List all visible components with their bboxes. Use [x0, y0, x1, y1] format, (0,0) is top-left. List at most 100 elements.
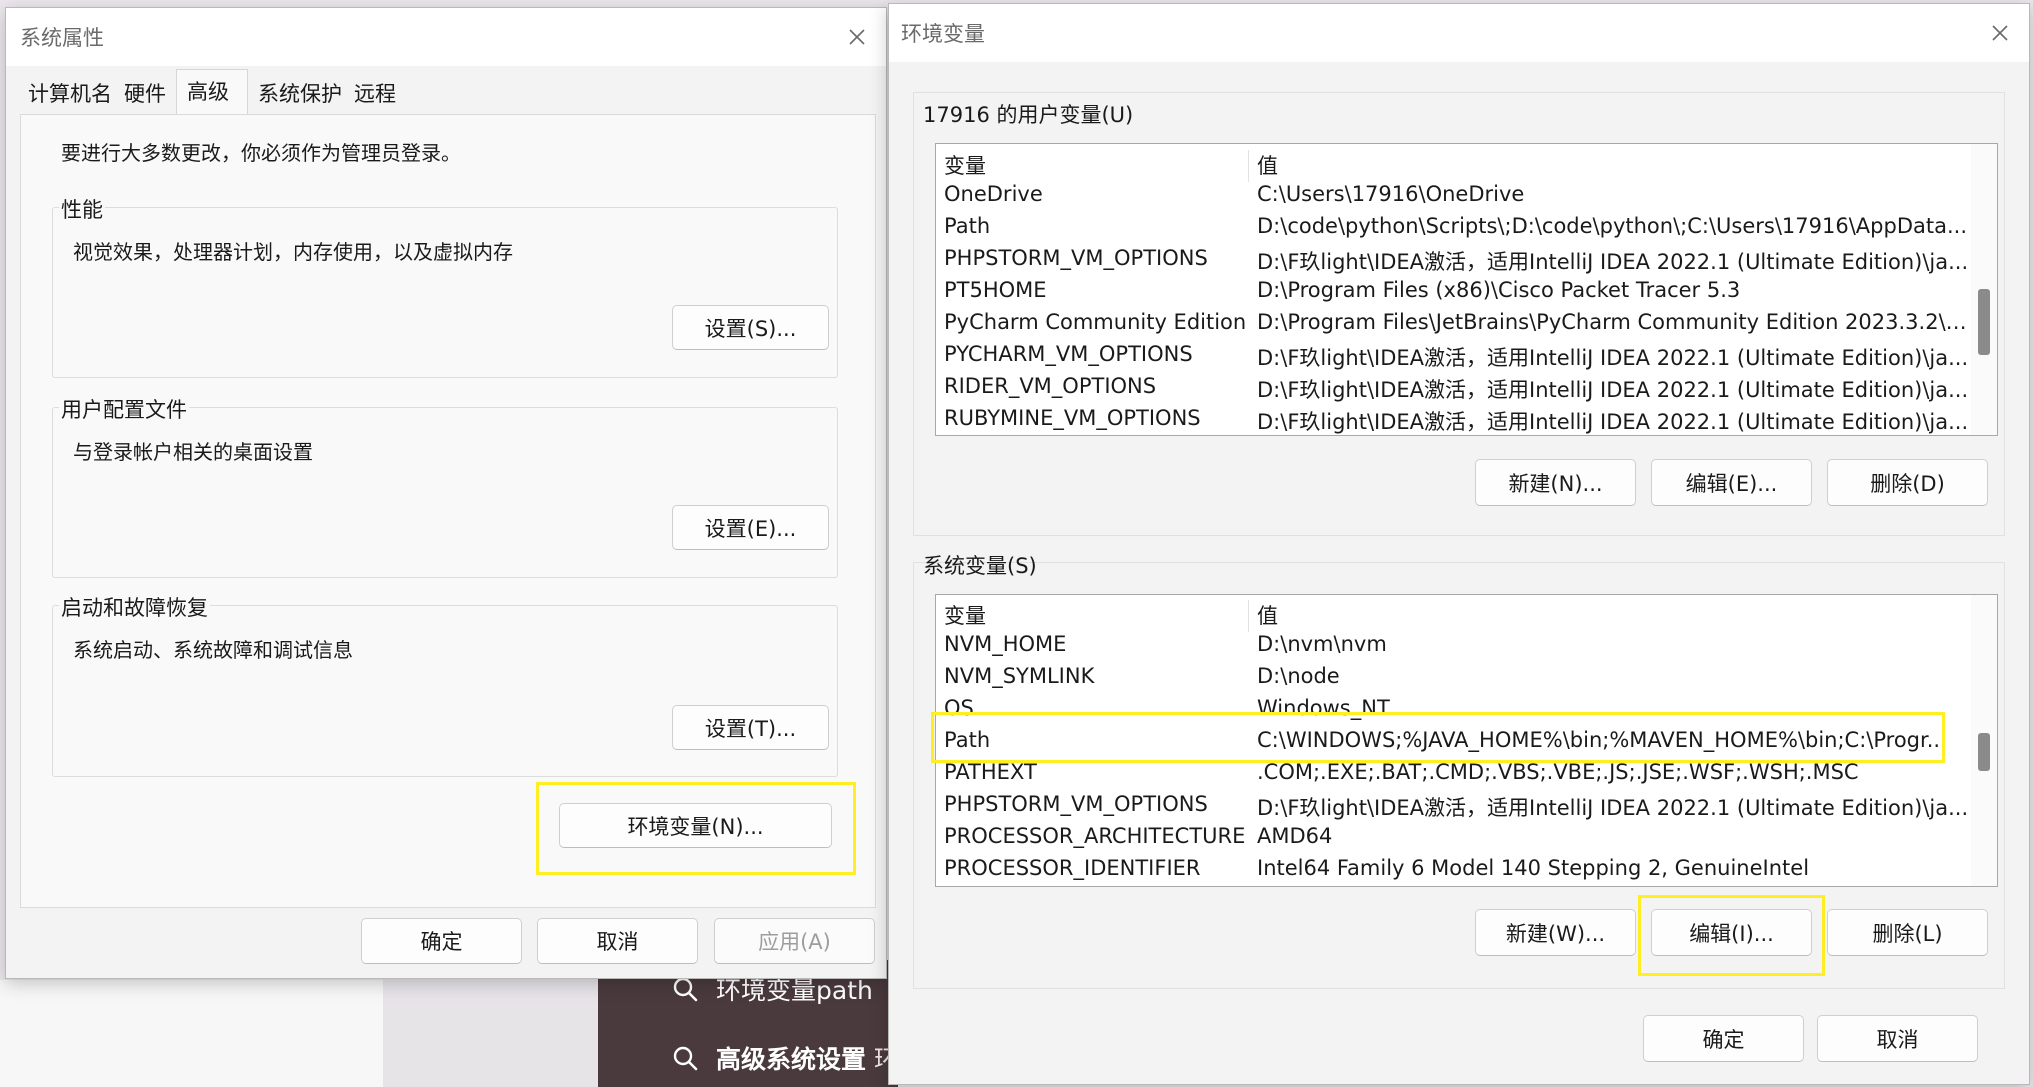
system-variables-label: 系统变量(S) — [923, 554, 1037, 578]
user-edit-button[interactable]: 编辑(E)... — [1651, 459, 1812, 506]
group-description: 与登录帐户相关的桌面设置 — [73, 440, 313, 464]
tab-system-protection[interactable]: 系统保护 — [252, 70, 348, 114]
close-button[interactable] — [840, 20, 874, 54]
list-item[interactable]: PYCHARM_VM_OPTIONS D:\F玖light\IDEA激活，适用I… — [936, 342, 1971, 374]
dialog-title: 系统属性 — [20, 26, 104, 50]
list-item[interactable]: PyCharm Community Edition D:\Program Fil… — [936, 310, 1971, 342]
list-item[interactable]: NVM_SYMLINK D:\node — [936, 664, 1971, 696]
variable-name: NVM_SYMLINK — [944, 664, 1095, 688]
variable-name: PHPSTORM_VM_OPTIONS — [944, 792, 1208, 816]
tab-computer-name[interactable]: 计算机名 — [22, 70, 118, 114]
performance-settings-button[interactable]: 设置(S)... — [672, 305, 829, 350]
list-item[interactable]: PHPSTORM_VM_OPTIONS D:\F玖light\IDEA激活，适用… — [936, 792, 1971, 824]
variable-name: OS — [944, 696, 974, 720]
list-item[interactable]: OneDrive C:\Users\17916\OneDrive — [936, 182, 1971, 214]
user-variables-list[interactable]: 变量 值 OneDrive C:\Users\17916\OneDrive Pa… — [935, 143, 1998, 436]
column-header-value[interactable]: 值 — [1249, 600, 1971, 632]
column-header-variable[interactable]: 变量 — [936, 600, 1249, 632]
column-header-value[interactable]: 值 — [1249, 150, 1971, 182]
apply-button[interactable]: 应用(A) — [714, 918, 875, 964]
cancel-button[interactable]: 取消 — [1817, 1015, 1978, 1062]
system-new-button[interactable]: 新建(W)... — [1475, 909, 1636, 956]
user-profiles-settings-button[interactable]: 设置(E)... — [672, 505, 829, 550]
search-icon — [673, 977, 698, 1002]
variable-value: Intel64 Family 6 Model 140 Stepping 2, G… — [1257, 856, 1810, 880]
list-header: 变量 值 — [936, 600, 1971, 632]
scrollbar-thumb[interactable] — [1978, 733, 1990, 771]
system-delete-button[interactable]: 删除(L) — [1827, 909, 1988, 956]
environment-variables-button[interactable]: 环境变量(N)... — [559, 803, 832, 848]
ok-button[interactable]: 确定 — [1643, 1015, 1804, 1062]
close-icon — [1992, 25, 2008, 41]
variable-value: D:\F玖light\IDEA激活，适用IntelliJ IDEA 2022.1… — [1257, 796, 1969, 820]
startup-recovery-group: 启动和故障恢复 系统启动、系统故障和调试信息 设置(T)... — [52, 592, 838, 777]
close-button[interactable] — [1983, 16, 2017, 50]
group-label-performance: 性能 — [59, 194, 105, 224]
variable-name: RUBYMINE_VM_OPTIONS — [944, 406, 1201, 430]
list-item[interactable]: PROCESSOR_IDENTIFIER Intel64 Family 6 Mo… — [936, 856, 1971, 886]
variable-name: OneDrive — [944, 182, 1043, 206]
variable-name: RIDER_VM_OPTIONS — [944, 374, 1157, 398]
user-variables-label: 17916 的用户变量(U) — [923, 103, 1134, 127]
dialog-title: 环境变量 — [901, 22, 985, 46]
variable-value: D:\Program Files (x86)\Cisco Packet Trac… — [1257, 278, 1741, 302]
variable-name: PROCESSOR_IDENTIFIER — [944, 856, 1201, 880]
variable-value: D:\code\python\Scripts\;D:\code\python\;… — [1257, 214, 1967, 238]
variable-name: PATHEXT — [944, 760, 1037, 784]
variable-value: Windows_NT — [1257, 696, 1390, 720]
close-icon — [849, 29, 865, 45]
cancel-button[interactable]: 取消 — [537, 918, 698, 964]
system-edit-button[interactable]: 编辑(I)... — [1651, 909, 1812, 956]
ok-button[interactable]: 确定 — [361, 918, 522, 964]
environment-variables-dialog: 环境变量 17916 的用户变量(U) 变量 值 OneDrive C:\Use… — [888, 3, 2030, 1085]
list-item-selected[interactable]: Path C:\WINDOWS;%JAVA_HOME%\bin;%MAVEN_H… — [936, 728, 1971, 760]
variable-value: C:\Users\17916\OneDrive — [1257, 182, 1525, 206]
user-delete-button[interactable]: 删除(D) — [1827, 459, 1988, 506]
search-result-label: 高级系统设置 — [716, 1045, 867, 1074]
list-item[interactable]: PATHEXT .COM;.EXE;.BAT;.CMD;.VBS;.VBE;.J… — [936, 760, 1971, 792]
user-new-button[interactable]: 新建(N)... — [1475, 459, 1636, 506]
variable-name: PyCharm Community Edition — [944, 310, 1247, 334]
list-item[interactable]: Path D:\code\python\Scripts\;D:\code\pyt… — [936, 214, 1971, 246]
advanced-tab-panel: 要进行大多数更改，你必须作为管理员登录。 性能 视觉效果，处理器计划，内存使用，… — [20, 114, 876, 908]
scrollbar-thumb[interactable] — [1978, 289, 1990, 355]
variable-value: D:\Program Files\JetBrains\PyCharm Commu… — [1257, 310, 1971, 334]
list-item[interactable]: RIDER_VM_OPTIONS D:\F玖light\IDEA激活，适用Int… — [936, 374, 1971, 406]
variable-value: D:\F玖light\IDEA激活，适用IntelliJ IDEA 2022.1… — [1257, 378, 1969, 402]
list-header: 变量 值 — [936, 150, 1971, 182]
tab-advanced[interactable]: 高级 — [176, 69, 248, 114]
search-result-advanced-settings[interactable]: 高级系统设置 环 — [672, 1033, 892, 1083]
system-variables-list[interactable]: 变量 值 NVM_HOME D:\nvm\nvm NVM_SYMLINK D:\… — [935, 594, 1998, 887]
variable-value: D:\nvm\nvm — [1257, 632, 1387, 656]
search-icon — [673, 1046, 698, 1071]
list-item[interactable]: OS Windows_NT — [936, 696, 1971, 728]
list-item[interactable]: PHPSTORM_VM_OPTIONS D:\F玖light\IDEA激活，适用… — [936, 246, 1971, 278]
tab-remote[interactable]: 远程 — [348, 70, 402, 114]
variable-value: .COM;.EXE;.BAT;.CMD;.VBS;.VBE;.JS;.JSE;.… — [1257, 760, 1859, 784]
group-label-user-profiles: 用户配置文件 — [59, 394, 189, 424]
search-result-label: 环境变量path — [716, 976, 873, 1005]
desktop-panel — [383, 970, 600, 1087]
variable-name: PHPSTORM_VM_OPTIONS — [944, 246, 1208, 270]
variable-name: Path — [944, 728, 991, 752]
performance-group: 性能 视觉效果，处理器计划，内存使用，以及虚拟内存 设置(S)... — [52, 194, 838, 378]
variable-value: D:\F玖light\IDEA激活，适用IntelliJ IDEA 2022.1… — [1257, 250, 1969, 274]
scrollbar[interactable] — [1971, 144, 1997, 435]
tab-hardware[interactable]: 硬件 — [118, 70, 172, 114]
variable-value: AMD64 — [1257, 824, 1333, 848]
group-label-startup-recovery: 启动和故障恢复 — [59, 592, 210, 622]
variable-name: NVM_HOME — [944, 632, 1067, 656]
startup-recovery-settings-button[interactable]: 设置(T)... — [672, 705, 829, 750]
list-item[interactable]: NVM_HOME D:\nvm\nvm — [936, 632, 1971, 664]
column-header-variable[interactable]: 变量 — [936, 150, 1249, 182]
list-item[interactable]: RUBYMINE_VM_OPTIONS D:\F玖light\IDEA激活，适用… — [936, 406, 1971, 435]
variable-value: D:\F玖light\IDEA激活，适用IntelliJ IDEA 2022.1… — [1257, 410, 1969, 434]
list-item[interactable]: PROCESSOR_ARCHITECTURE AMD64 — [936, 824, 1971, 856]
group-description: 系统启动、系统故障和调试信息 — [73, 638, 353, 662]
variable-value: D:\node — [1257, 664, 1340, 688]
variable-value: D:\F玖light\IDEA激活，适用IntelliJ IDEA 2022.1… — [1257, 346, 1969, 370]
list-item[interactable]: PT5HOME D:\Program Files (x86)\Cisco Pac… — [936, 278, 1971, 310]
title-bar: 系统属性 — [6, 8, 886, 66]
scrollbar[interactable] — [1971, 595, 1997, 886]
group-description: 视觉效果，处理器计划，内存使用，以及虚拟内存 — [73, 240, 513, 264]
